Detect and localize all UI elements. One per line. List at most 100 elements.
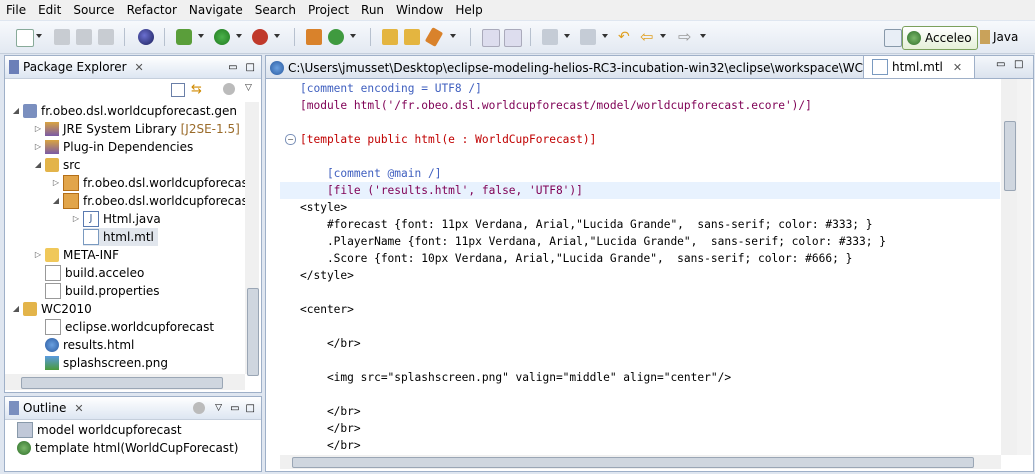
run-icon[interactable] — [214, 29, 230, 45]
menu-help[interactable]: Help — [449, 0, 488, 20]
previous-annotation-icon[interactable] — [580, 29, 596, 45]
tree-item-src[interactable]: ◢ src — [33, 156, 81, 174]
focus-icon[interactable] — [223, 83, 235, 95]
tree-item-results-html[interactable]: results.html — [45, 336, 134, 354]
new-class-icon[interactable] — [328, 29, 344, 45]
expanded-icon[interactable]: ◢ — [11, 300, 21, 318]
fold-icon[interactable]: − — [285, 134, 296, 145]
scrollbar-thumb[interactable] — [292, 457, 974, 468]
previous-annotation-dropdown-icon[interactable] — [602, 34, 608, 38]
package-explorer-tree: ◢ fr.obeo.dsl.worldcupforecast.gen ▷ JRE… — [5, 102, 245, 374]
expanded-icon[interactable]: ◢ — [51, 192, 61, 210]
link-with-editor-icon[interactable]: ⇆ — [191, 82, 202, 97]
package-explorer-title[interactable]: Package Explorer — [23, 60, 127, 74]
search-dropdown-icon[interactable] — [450, 34, 456, 38]
collapsed-icon[interactable]: ▷ — [33, 246, 43, 264]
menu-source[interactable]: Source — [67, 0, 120, 20]
collapsed-icon[interactable]: ▷ — [71, 210, 81, 228]
back-dropdown-icon[interactable] — [660, 34, 666, 38]
collapse-all-icon[interactable] — [171, 83, 185, 97]
debug-icon[interactable] — [176, 29, 192, 45]
forward-icon[interactable]: ⇨ — [678, 29, 694, 45]
last-edit-icon[interactable]: ↶ — [618, 29, 634, 45]
close-icon[interactable]: ✕ — [74, 402, 83, 415]
open-perspective-icon[interactable] — [884, 29, 902, 47]
menu-project[interactable]: Project — [302, 0, 355, 20]
save-icon[interactable] — [54, 29, 70, 45]
close-icon[interactable]: ✕ — [953, 61, 962, 74]
external-tools-dropdown-icon[interactable] — [274, 34, 280, 38]
tree-item-plugin-deps[interactable]: ▷ Plug-in Dependencies — [33, 138, 193, 156]
outline-item-model[interactable]: model worldcupforecast — [17, 421, 182, 439]
expanded-icon[interactable]: ◢ — [11, 102, 21, 120]
new-dropdown-icon[interactable] — [36, 34, 42, 38]
tree-item-label: Plug-in Dependencies — [63, 140, 194, 154]
menu-search[interactable]: Search — [249, 0, 302, 20]
tree-item-package-1[interactable]: ▷ fr.obeo.dsl.worldcupforecast. — [51, 174, 245, 192]
new-java-project-icon[interactable] — [306, 29, 322, 45]
back-icon[interactable]: ⇦ — [640, 29, 656, 45]
collapsed-icon[interactable]: ▷ — [33, 138, 43, 156]
maximize-icon[interactable]: □ — [246, 62, 255, 73]
view-menu-icon[interactable]: ▽ — [215, 403, 222, 413]
print-icon[interactable] — [98, 29, 114, 45]
collapsed-icon[interactable]: ▷ — [51, 174, 61, 192]
tree-item-label: fr.obeo.dsl.worldcupforecast. — [83, 194, 245, 208]
new-icon[interactable] — [16, 29, 34, 47]
forward-dropdown-icon[interactable] — [700, 34, 706, 38]
debug-dropdown-icon[interactable] — [198, 34, 204, 38]
menu-window[interactable]: Window — [390, 0, 449, 20]
tree-item-project-wc2010[interactable]: ◢ WC2010 — [11, 300, 92, 318]
toggle-mark-occurrences-icon[interactable] — [482, 29, 500, 47]
close-icon[interactable]: ✕ — [135, 61, 144, 74]
tree-item-html-mtl[interactable]: html.mtl — [83, 228, 158, 246]
acceleo-icon[interactable] — [138, 29, 154, 45]
minimize-icon[interactable]: ▭ — [230, 403, 239, 414]
tree-item-meta-inf[interactable]: ▷ META-INF — [33, 246, 119, 264]
next-annotation-icon[interactable] — [542, 29, 558, 45]
tree-item-package-2[interactable]: ◢ fr.obeo.dsl.worldcupforecast. — [51, 192, 245, 210]
show-whitespace-icon[interactable] — [504, 29, 522, 47]
perspective-java[interactable]: Java — [980, 26, 1018, 48]
package-explorer-vertical-scrollbar[interactable] — [245, 102, 259, 376]
scrollbar-thumb[interactable] — [1004, 121, 1016, 191]
open-task-icon[interactable] — [404, 29, 420, 45]
minimize-icon[interactable]: ▭ — [228, 62, 237, 73]
tree-item-splashscreen[interactable]: splashscreen.png — [45, 354, 168, 372]
view-menu-icon[interactable]: ▽ — [245, 83, 252, 93]
menu-edit[interactable]: Edit — [32, 0, 67, 20]
tree-item-eclipse-worldcupforecast[interactable]: eclipse.worldcupforecast — [45, 318, 214, 336]
menu-refactor[interactable]: Refactor — [121, 0, 183, 20]
outline-item-template[interactable]: template html(WorldCupForecast) — [17, 439, 238, 457]
tab-html-mtl[interactable]: html.mtl ✕ — [863, 56, 975, 78]
tree-item-jre[interactable]: ▷ JRE System Library [J2SE-1.5] — [33, 120, 240, 138]
new-class-dropdown-icon[interactable] — [350, 34, 356, 38]
tree-item-build-properties[interactable]: build.properties — [45, 282, 160, 300]
scrollbar-thumb[interactable] — [247, 288, 259, 376]
next-annotation-dropdown-icon[interactable] — [564, 34, 570, 38]
tab-results-html[interactable]: C:\Users\jmusset\Desktop\eclipse-modelin… — [270, 58, 898, 78]
save-all-icon[interactable] — [76, 29, 92, 45]
menu-navigate[interactable]: Navigate — [183, 0, 249, 20]
expanded-icon[interactable]: ◢ — [33, 156, 43, 174]
tree-item-build-acceleo[interactable]: build.acceleo — [45, 264, 144, 282]
maximize-icon[interactable]: □ — [246, 403, 255, 414]
scrollbar-thumb[interactable] — [21, 377, 223, 389]
open-type-icon[interactable] — [382, 29, 398, 45]
menu-run[interactable]: Run — [355, 0, 390, 20]
tree-item-project-gen[interactable]: ◢ fr.obeo.dsl.worldcupforecast.gen — [11, 102, 237, 120]
package-explorer-horizontal-scrollbar[interactable] — [5, 374, 245, 390]
collapsed-icon[interactable]: ▷ — [33, 120, 43, 138]
outline-title[interactable]: Outline — [23, 401, 66, 415]
tree-item-html-java[interactable]: ▷ J Html.java — [71, 210, 161, 228]
search-icon[interactable] — [424, 27, 444, 47]
editor-vertical-scrollbar[interactable] — [1001, 79, 1017, 455]
minimize-icon[interactable]: ▭ — [996, 59, 1005, 70]
focus-icon[interactable] — [193, 402, 206, 414]
editor-horizontal-scrollbar[interactable] — [280, 455, 1001, 469]
maximize-icon[interactable]: □ — [1014, 59, 1023, 70]
perspective-acceleo[interactable]: Acceleo — [902, 26, 978, 50]
run-dropdown-icon[interactable] — [236, 34, 242, 38]
external-tools-icon[interactable] — [252, 29, 268, 45]
menu-file[interactable]: File — [0, 0, 32, 20]
